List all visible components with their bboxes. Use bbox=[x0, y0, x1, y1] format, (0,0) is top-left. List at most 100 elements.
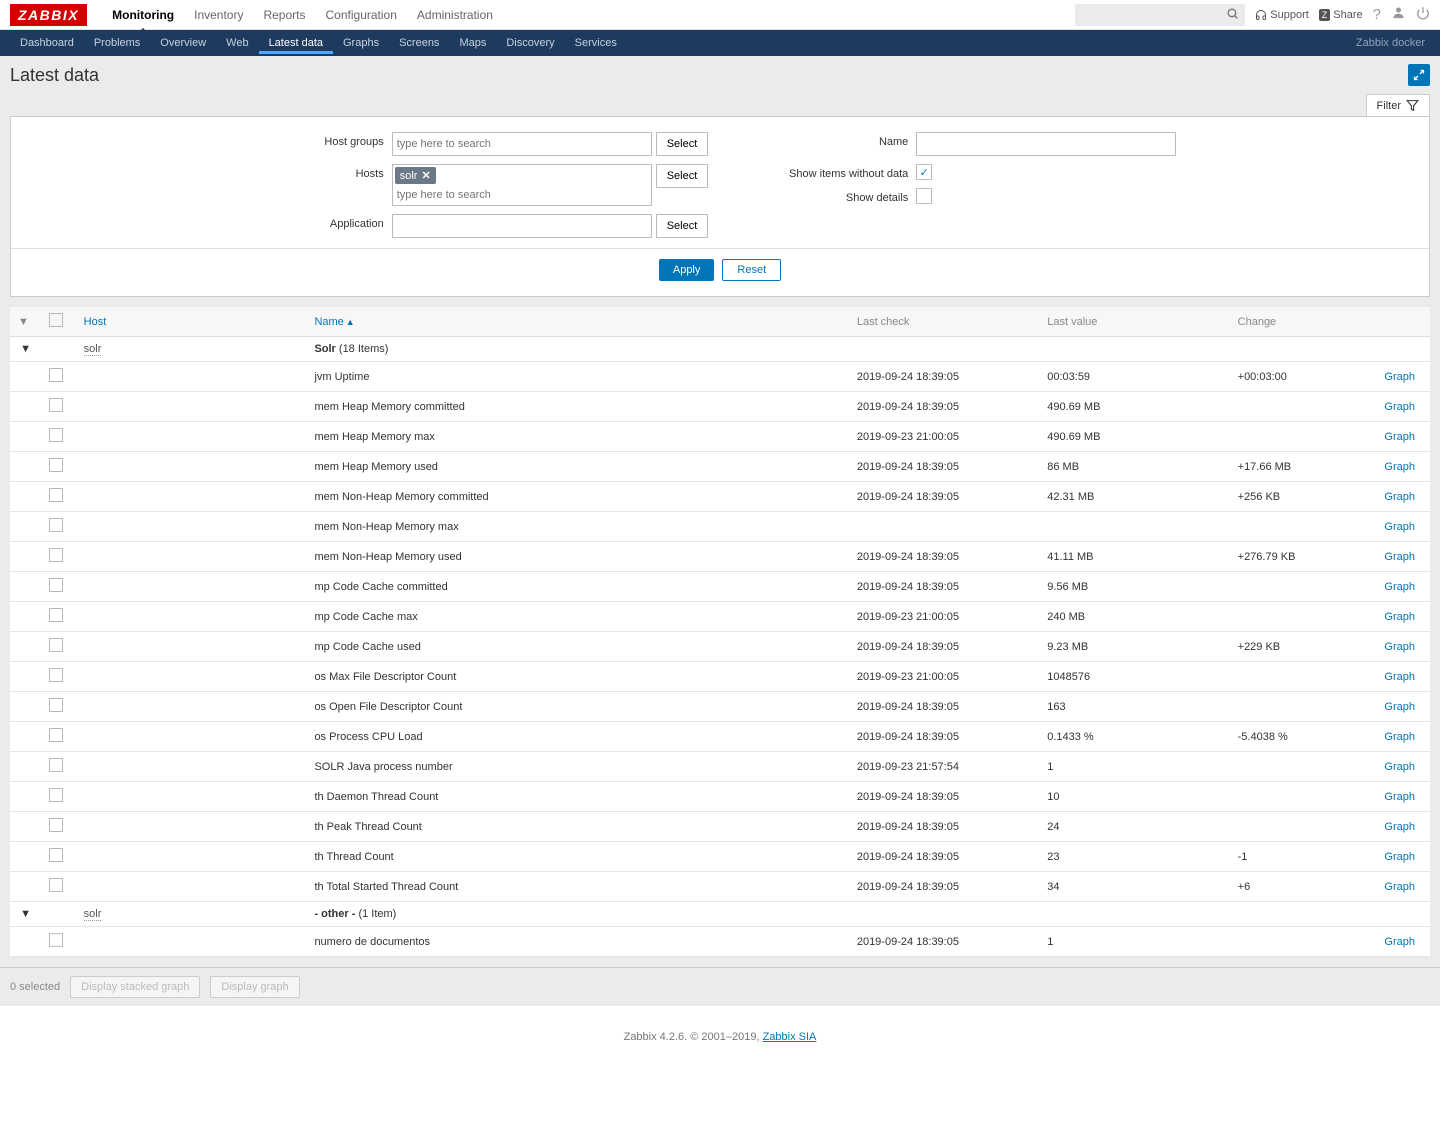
subnav-screens[interactable]: Screens bbox=[389, 32, 449, 54]
subnav-maps[interactable]: Maps bbox=[449, 32, 496, 54]
row-checkbox[interactable] bbox=[49, 848, 63, 862]
subnav-web[interactable]: Web bbox=[216, 32, 258, 54]
graph-link[interactable]: Graph bbox=[1384, 731, 1415, 743]
graph-link[interactable]: Graph bbox=[1384, 401, 1415, 413]
topnav-reports[interactable]: Reports bbox=[253, 2, 315, 28]
select-all-checkbox[interactable] bbox=[49, 313, 63, 327]
subnav-problems[interactable]: Problems bbox=[84, 32, 150, 54]
graph-link[interactable]: Graph bbox=[1384, 641, 1415, 653]
search-icon[interactable] bbox=[1226, 7, 1239, 23]
topnav-administration[interactable]: Administration bbox=[407, 2, 503, 28]
subnav-latest-data[interactable]: Latest data bbox=[259, 32, 333, 54]
row-checkbox[interactable] bbox=[49, 428, 63, 442]
row-checkbox[interactable] bbox=[49, 933, 63, 947]
graph-link[interactable]: Graph bbox=[1384, 431, 1415, 443]
graph-link[interactable]: Graph bbox=[1384, 701, 1415, 713]
row-checkbox[interactable] bbox=[49, 638, 63, 652]
row-checkbox[interactable] bbox=[49, 368, 63, 382]
row-checkbox[interactable] bbox=[49, 728, 63, 742]
hosts-input[interactable]: solr ✕ bbox=[392, 164, 652, 206]
row-checkbox[interactable] bbox=[49, 758, 63, 772]
graph-link[interactable]: Graph bbox=[1384, 611, 1415, 623]
hosts-select-btn[interactable]: Select bbox=[656, 164, 709, 188]
host-token[interactable]: solr ✕ bbox=[395, 167, 436, 184]
application-select-btn[interactable]: Select bbox=[656, 214, 709, 238]
graph-link[interactable]: Graph bbox=[1384, 936, 1415, 948]
row-checkbox[interactable] bbox=[49, 668, 63, 682]
topnav-inventory[interactable]: Inventory bbox=[184, 2, 253, 28]
subnav-dashboard[interactable]: Dashboard bbox=[10, 32, 84, 54]
display-graph-button[interactable]: Display graph bbox=[210, 976, 299, 998]
row-checkbox[interactable] bbox=[49, 518, 63, 532]
display-stacked-graph-button[interactable]: Display stacked graph bbox=[70, 976, 200, 998]
row-checkbox[interactable] bbox=[49, 578, 63, 592]
zabbix-sia-link[interactable]: Zabbix SIA bbox=[763, 1031, 817, 1043]
host-groups-select-btn[interactable]: Select bbox=[656, 132, 709, 156]
graph-link[interactable]: Graph bbox=[1384, 821, 1415, 833]
graph-link[interactable]: Graph bbox=[1384, 671, 1415, 683]
item-name: mp Code Cache max bbox=[306, 602, 848, 632]
application-input[interactable] bbox=[392, 214, 652, 238]
row-checkbox[interactable] bbox=[49, 818, 63, 832]
graph-link[interactable]: Graph bbox=[1384, 881, 1415, 893]
graph-link[interactable]: Graph bbox=[1384, 851, 1415, 863]
group-toggle[interactable]: ▼ bbox=[10, 337, 41, 362]
group-host[interactable]: solr bbox=[84, 908, 102, 921]
row-checkbox[interactable] bbox=[49, 548, 63, 562]
name-input[interactable] bbox=[916, 132, 1176, 156]
subnav-discovery[interactable]: Discovery bbox=[496, 32, 564, 54]
token-remove-icon[interactable]: ✕ bbox=[421, 169, 430, 182]
graph-link[interactable]: Graph bbox=[1384, 371, 1415, 383]
show-items-checkbox[interactable]: ✓ bbox=[916, 164, 932, 180]
graph-link[interactable]: Graph bbox=[1384, 461, 1415, 473]
item-name: th Peak Thread Count bbox=[306, 812, 848, 842]
row-checkbox[interactable] bbox=[49, 458, 63, 472]
item-name: mem Heap Memory committed bbox=[306, 392, 848, 422]
graph-link[interactable]: Graph bbox=[1384, 761, 1415, 773]
graph-link[interactable]: Graph bbox=[1384, 551, 1415, 563]
filter-toggle[interactable]: Filter bbox=[1366, 94, 1430, 116]
user-icon[interactable] bbox=[1391, 5, 1406, 24]
col-host[interactable]: Host bbox=[76, 307, 307, 337]
help-icon[interactable]: ? bbox=[1373, 6, 1381, 23]
item-change bbox=[1230, 927, 1368, 957]
row-checkbox[interactable] bbox=[49, 788, 63, 802]
topnav-monitoring[interactable]: Monitoring bbox=[102, 2, 184, 28]
row-checkbox[interactable] bbox=[49, 878, 63, 892]
search-input[interactable] bbox=[1081, 7, 1221, 22]
table-row: numero de documentos2019-09-24 18:39:051… bbox=[10, 927, 1430, 957]
graph-link[interactable]: Graph bbox=[1384, 791, 1415, 803]
show-details-checkbox[interactable] bbox=[916, 188, 932, 204]
apply-button[interactable]: Apply bbox=[659, 259, 715, 281]
item-last-value: 0.1433 % bbox=[1039, 722, 1229, 752]
group-host[interactable]: solr bbox=[84, 343, 102, 356]
power-icon[interactable] bbox=[1416, 6, 1430, 24]
topnav-configuration[interactable]: Configuration bbox=[316, 2, 407, 28]
host-groups-input[interactable] bbox=[392, 132, 652, 156]
col-name[interactable]: Name▲ bbox=[306, 307, 848, 337]
item-name: th Daemon Thread Count bbox=[306, 782, 848, 812]
row-checkbox[interactable] bbox=[49, 698, 63, 712]
group-toggle[interactable]: ▼ bbox=[10, 902, 41, 927]
share-link[interactable]: ZShare bbox=[1319, 9, 1363, 21]
subnav-services[interactable]: Services bbox=[565, 32, 627, 54]
graph-link[interactable]: Graph bbox=[1384, 581, 1415, 593]
logo[interactable]: ZABBIX bbox=[10, 4, 87, 26]
graph-link[interactable]: Graph bbox=[1384, 491, 1415, 503]
row-checkbox[interactable] bbox=[49, 398, 63, 412]
reset-button[interactable]: Reset bbox=[722, 259, 781, 281]
subnav-graphs[interactable]: Graphs bbox=[333, 32, 389, 54]
subnav-overview[interactable]: Overview bbox=[150, 32, 216, 54]
toggle-all[interactable]: ▼ bbox=[10, 307, 41, 337]
graph-link[interactable]: Graph bbox=[1384, 521, 1415, 533]
support-link[interactable]: Support bbox=[1255, 9, 1309, 21]
row-checkbox[interactable] bbox=[49, 488, 63, 502]
item-change bbox=[1230, 422, 1368, 452]
table-row: mem Heap Memory used2019-09-24 18:39:058… bbox=[10, 452, 1430, 482]
item-last-check: 2019-09-23 21:00:05 bbox=[849, 662, 1039, 692]
table-row: mp Code Cache used2019-09-24 18:39:059.2… bbox=[10, 632, 1430, 662]
fullscreen-icon[interactable] bbox=[1408, 64, 1430, 86]
row-checkbox[interactable] bbox=[49, 608, 63, 622]
subnav: DashboardProblemsOverviewWebLatest dataG… bbox=[0, 30, 1440, 56]
group-count: (1 Item) bbox=[358, 908, 396, 920]
